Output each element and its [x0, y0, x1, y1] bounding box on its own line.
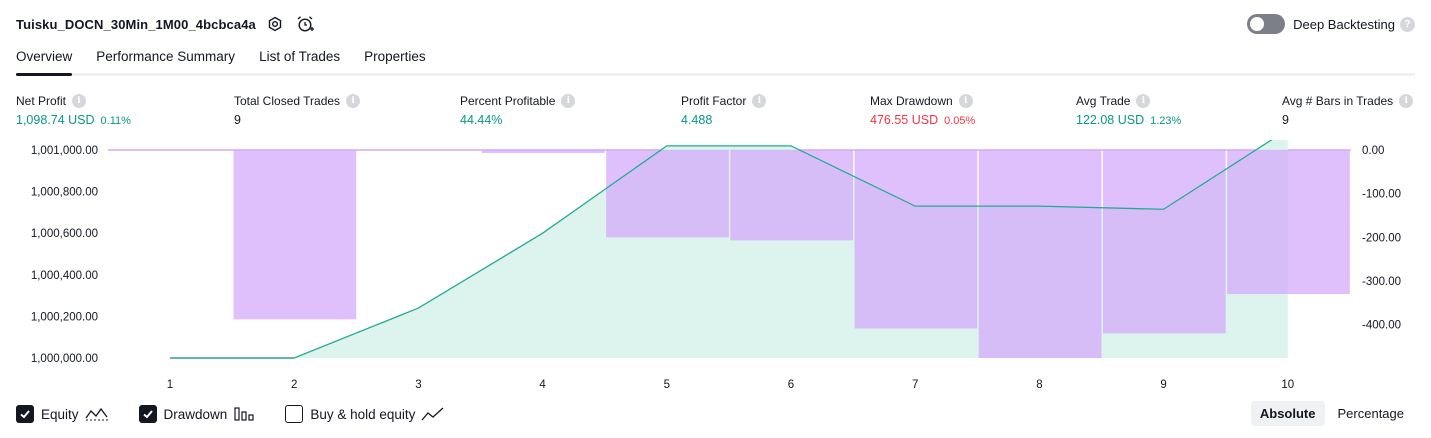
- buy-hold-line-icon: [421, 406, 445, 422]
- info-icon[interactable]: i: [72, 94, 87, 108]
- net-profit-value: 1,098.74 USD: [16, 113, 95, 127]
- avg-trade-value: 122.08 USD: [1076, 113, 1145, 127]
- avg-trade-pct: 1.23%: [1150, 115, 1182, 127]
- strategy-name: Tuisku_DOCN_30Min_1M00_4bcbca4a: [16, 16, 256, 32]
- deep-backtesting-label: Deep Backtesting: [1293, 16, 1395, 32]
- mode-absolute[interactable]: Absolute: [1250, 401, 1325, 426]
- drawdown-checkbox[interactable]: [138, 405, 157, 423]
- drawdown-bar: [978, 150, 1102, 358]
- alarm-clock-icon[interactable]: [294, 13, 316, 35]
- drawdown-bar: [481, 150, 605, 154]
- settings-gear-icon[interactable]: [264, 13, 286, 35]
- chart-legend: Equity Drawdown Buy & hold equity: [16, 403, 475, 425]
- total-closed-trades-value: 9: [234, 113, 241, 127]
- equity-wave-icon: [85, 406, 109, 422]
- buy-hold-checkbox[interactable]: [285, 405, 304, 423]
- legend-equity[interactable]: Equity: [16, 405, 109, 423]
- left-axis-tick: 1,000,800.00: [31, 187, 98, 199]
- right-axis-tick: -200.00: [1362, 232, 1401, 244]
- tab-properties[interactable]: Properties: [364, 44, 426, 76]
- report-tabs: Overview Performance Summary List of Tra…: [16, 44, 450, 76]
- x-axis-tick: 6: [788, 379, 794, 391]
- right-axis-tick: -100.00: [1362, 189, 1401, 201]
- profit-factor-value: 4.488: [681, 113, 713, 127]
- x-axis-tick: 4: [539, 379, 546, 391]
- equity-checkbox[interactable]: [16, 405, 34, 423]
- x-axis-tick: 5: [664, 379, 670, 391]
- info-icon[interactable]: i: [752, 94, 767, 108]
- drawdown-bar: [854, 150, 978, 329]
- drawdown-bar: [1102, 150, 1226, 334]
- max-drawdown-pct: 0.05%: [944, 115, 976, 127]
- max-drawdown-value: 476.55 USD: [870, 113, 939, 127]
- deep-backtesting-toggle[interactable]: [1247, 14, 1286, 34]
- chart-mode-switch: Absolute Percentage: [1247, 401, 1413, 426]
- drawdown-bars-icon: [233, 406, 255, 422]
- drawdown-bar: [1227, 150, 1350, 295]
- percent-profitable-value: 44.44%: [460, 113, 503, 127]
- left-axis-tick: 1,001,000.00: [31, 145, 98, 157]
- help-icon[interactable]: ?: [1400, 16, 1415, 32]
- stat-net-profit: Net Profit i 1,098.74 USD 0.11%: [16, 94, 131, 127]
- drawdown-bar: [233, 150, 357, 320]
- left-axis-tick: 1,000,400.00: [31, 270, 98, 282]
- tab-performance-summary[interactable]: Performance Summary: [96, 44, 235, 76]
- avg-bars-value: 9: [1282, 113, 1289, 127]
- x-axis-tick: 8: [1036, 379, 1042, 391]
- info-icon[interactable]: i: [346, 94, 361, 108]
- drawdown-bar: [730, 150, 854, 241]
- info-icon[interactable]: i: [1136, 94, 1151, 108]
- buy-hold-label: Buy & hold equity: [310, 406, 416, 422]
- net-profit-pct: 0.11%: [100, 115, 131, 127]
- x-axis-tick: 7: [912, 379, 918, 391]
- equity-drawdown-chart[interactable]: 1,000,000.00 1,000,200.00 1,000,400.00 1,00…: [0, 140, 1431, 398]
- stat-percent-profitable: Percent Profitable i 44.44%: [460, 93, 576, 127]
- right-axis-tick: -300.00: [1362, 276, 1401, 288]
- left-axis-tick: 1,000,200.00: [31, 311, 98, 323]
- right-axis-tick: 0.00: [1362, 145, 1384, 157]
- stat-total-closed-trades: Total Closed Trades i 9: [234, 93, 361, 127]
- tab-list-of-trades[interactable]: List of Trades: [259, 44, 340, 76]
- legend-buy-hold[interactable]: Buy & hold equity: [285, 405, 445, 423]
- x-axis-tick: 9: [1160, 379, 1166, 391]
- left-axis-tick: 1,000,600.00: [31, 228, 98, 240]
- stat-max-drawdown: Max Drawdown i 476.55 USD 0.05%: [870, 94, 976, 127]
- stat-profit-factor: Profit Factor i 4.488: [681, 93, 767, 127]
- deep-backtesting: Deep Backtesting ?: [1247, 12, 1415, 36]
- equity-label: Equity: [41, 406, 79, 422]
- drawdown-label: Drawdown: [163, 406, 228, 422]
- x-axis-tick: 2: [291, 379, 297, 391]
- info-icon[interactable]: i: [1399, 94, 1414, 108]
- strategy-header: Tuisku_DOCN_30Min_1M00_4bcbca4a: [16, 12, 316, 36]
- x-axis-tick: 10: [1281, 379, 1294, 391]
- left-axis-tick: 1,000,000.00: [31, 353, 98, 365]
- info-icon[interactable]: i: [958, 94, 973, 108]
- stat-avg-trade: Avg Trade i 122.08 USD 1.23%: [1076, 94, 1182, 127]
- legend-drawdown[interactable]: Drawdown: [138, 405, 256, 423]
- mode-percentage[interactable]: Percentage: [1329, 401, 1414, 426]
- tab-overview[interactable]: Overview: [16, 44, 73, 76]
- info-icon[interactable]: i: [561, 94, 576, 108]
- stat-avg-bars-in-trades: Avg # Bars in Trades i 9: [1282, 93, 1414, 127]
- x-axis-tick: 1: [167, 379, 173, 391]
- x-axis-tick: 3: [415, 379, 421, 391]
- right-axis-tick: -400.00: [1362, 320, 1401, 332]
- drawdown-bar: [606, 150, 729, 238]
